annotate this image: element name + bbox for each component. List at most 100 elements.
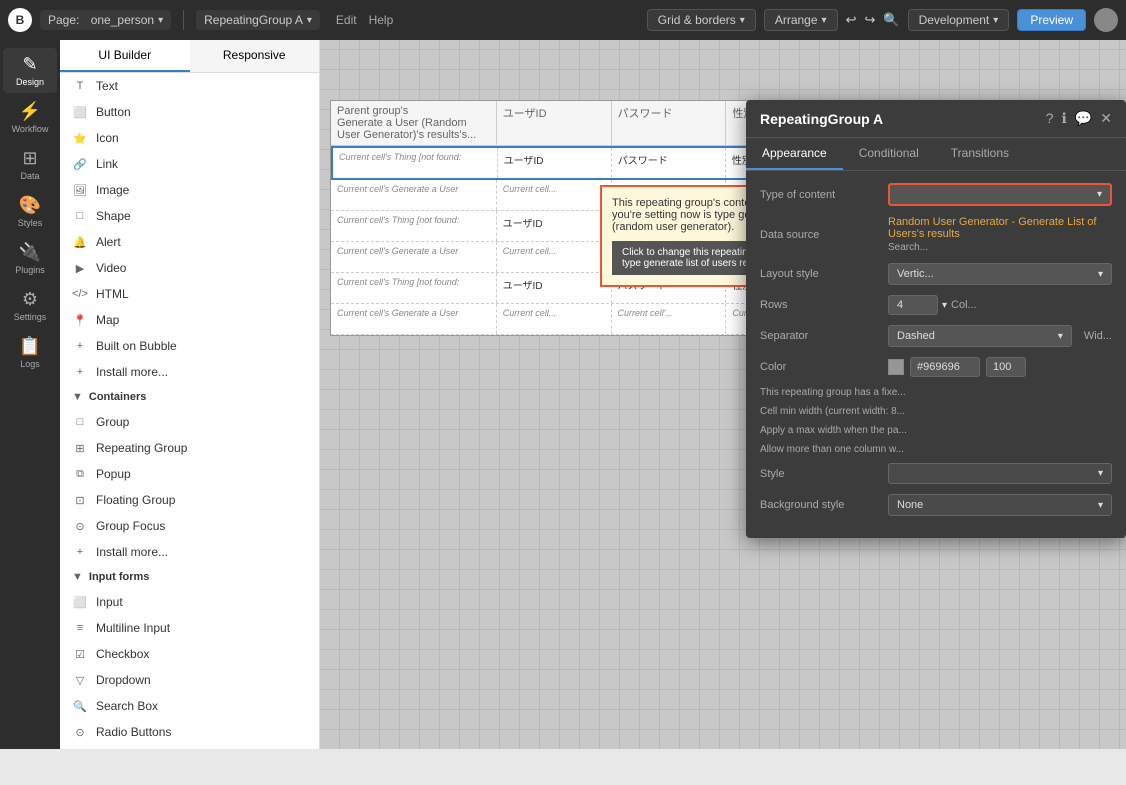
color-controls: #969696 100 (888, 357, 1026, 377)
nav-styles[interactable]: 🎨 Styles (3, 189, 57, 234)
allow-more-columns-text: Allow more than one column w... (760, 444, 1112, 455)
page-name: one_person (91, 13, 154, 27)
dev-label: Development (919, 13, 990, 27)
edit-action[interactable]: Edit (336, 13, 357, 27)
cell-r1-c1: Current cell's Thing [not found: (333, 148, 498, 178)
logs-icon: 📋 (19, 336, 41, 357)
built-on-bubble-icon: + (72, 338, 88, 354)
header-col2: ユーザID (497, 101, 612, 145)
component-selector[interactable]: RepeatingGroup A ▾ (196, 10, 320, 30)
panel-close-icon[interactable]: ✕ (1100, 110, 1112, 127)
sidebar-item-group-focus-label: Group Focus (96, 519, 165, 533)
text-icon: T (72, 78, 88, 94)
sidebar-item-html[interactable]: </> HTML (60, 281, 319, 307)
nav-plugins[interactable]: 🔌 Plugins (3, 236, 57, 281)
data-source-value[interactable]: Random User Generator - Generate List of… (888, 216, 1112, 253)
sidebar-item-checkbox[interactable]: ☑ Checkbox (60, 641, 319, 667)
redo-btn[interactable]: ↪ (864, 12, 875, 28)
cell-r3b-c3: Current cell'... (612, 304, 727, 334)
type-of-content-value[interactable]: ▾ (888, 183, 1112, 206)
sidebar-item-search-box[interactable]: 🔍 Search Box (60, 693, 319, 719)
sidebar-item-popup-label: Popup (96, 467, 131, 481)
type-of-content-select[interactable]: ▾ (888, 183, 1112, 206)
help-action[interactable]: Help (369, 13, 394, 27)
panel-chat-icon[interactable]: 💬 (1075, 110, 1092, 127)
style-value[interactable]: ▾ (888, 463, 1112, 484)
page-selector[interactable]: Page: one_person ▾ (40, 10, 171, 30)
sidebar-item-map[interactable]: 📍 Map (60, 307, 319, 333)
topbar-actions: Edit Help (336, 13, 393, 27)
page-label: Page: (48, 13, 79, 27)
nav-logs[interactable]: 📋 Logs (3, 330, 57, 375)
sidebar-item-map-label: Map (96, 313, 119, 327)
separator-select[interactable]: Dashed ▾ (888, 325, 1072, 347)
separator-text: Dashed (897, 330, 935, 342)
sidebar-item-built-on-bubble[interactable]: + Built on Bubble (60, 333, 319, 359)
undo-btn[interactable]: ↩ (846, 12, 857, 28)
sidebar-item-radio-buttons[interactable]: ⊙ Radio Buttons (60, 719, 319, 745)
panel-info-icon[interactable]: ℹ (1062, 110, 1067, 127)
tab-appearance[interactable]: Appearance (746, 138, 843, 170)
containers-section[interactable]: ▼ Containers (60, 385, 319, 409)
color-swatch[interactable] (888, 359, 904, 375)
input-forms-section[interactable]: ▼ Input forms (60, 565, 319, 589)
sidebar-item-link[interactable]: 🔗 Link (60, 151, 319, 177)
sidebar-item-text[interactable]: T Text (60, 73, 319, 99)
color-hex-input[interactable]: #969696 (910, 357, 980, 377)
panel-help-icon[interactable]: ? (1046, 110, 1054, 127)
sidebar-item-floating-group[interactable]: ⊡ Floating Group (60, 487, 319, 513)
input-forms-label: Input forms (89, 571, 150, 583)
tab-conditional[interactable]: Conditional (843, 138, 935, 170)
sidebar-item-link-label: Link (96, 157, 118, 171)
tab-responsive[interactable]: Responsive (190, 40, 320, 72)
bg-style-select[interactable]: None ▾ (888, 494, 1112, 516)
sidebar-item-repeating-group[interactable]: ⊞ Repeating Group (60, 435, 319, 461)
layout-style-select[interactable]: Vertic... ▾ (888, 263, 1112, 285)
tab-transitions[interactable]: Transitions (935, 138, 1025, 170)
sidebar-item-button[interactable]: ⬜ Button (60, 99, 319, 125)
cell-r1b-c1: Current cell's Generate a User (331, 180, 497, 210)
sidebar-item-video[interactable]: ▶ Video (60, 255, 319, 281)
sidebar-item-multiline-input[interactable]: ≡ Multiline Input (60, 615, 319, 641)
layout-style-value[interactable]: Vertic... ▾ (888, 263, 1112, 285)
shape-icon: □ (72, 208, 88, 224)
sidebar-item-install-more-containers[interactable]: + Install more... (60, 539, 319, 565)
panel-icons: ? ℹ 💬 ✕ (1046, 110, 1112, 127)
bg-style-value[interactable]: None ▾ (888, 494, 1112, 516)
nav-settings[interactable]: ⚙ Settings (3, 283, 57, 328)
sidebar-item-popup[interactable]: ⧉ Popup (60, 461, 319, 487)
nav-data[interactable]: ⊞ Data (3, 142, 57, 187)
arrange-btn[interactable]: Arrange ▾ (764, 9, 838, 31)
sidebar-item-built-on-bubble-label: Built on Bubble (96, 339, 177, 353)
sidebar-item-dropdown[interactable]: ▽ Dropdown (60, 667, 319, 693)
bg-style-chevron: ▾ (1098, 500, 1103, 511)
data-source-link[interactable]: Random User Generator - Generate List of… (888, 216, 1112, 240)
sidebar-item-icon[interactable]: ⭐ Icon (60, 125, 319, 151)
panel-tabs: Appearance Conditional Transitions (746, 138, 1126, 171)
preview-btn[interactable]: Preview (1017, 9, 1086, 31)
nav-workflow[interactable]: ⚡ Workflow (3, 95, 57, 140)
sidebar-item-shape[interactable]: □ Shape (60, 203, 319, 229)
sidebar-item-group[interactable]: □ Group (60, 409, 319, 435)
rows-number-row: 4 ▾ Col... (888, 295, 977, 315)
separator-value[interactable]: Dashed ▾ (888, 325, 1072, 347)
rows-input[interactable]: 4 (888, 295, 938, 315)
sidebar-item-alert[interactable]: 🔔 Alert (60, 229, 319, 255)
panel-body: Type of content ▾ Data source Random Use… (746, 171, 1126, 538)
search-btn[interactable]: 🔍 (883, 12, 899, 28)
input-forms-arrow: ▼ (72, 571, 83, 583)
sidebar-item-image[interactable]: 🖼 Image (60, 177, 319, 203)
sidebar-item-input[interactable]: ⬜ Input (60, 589, 319, 615)
style-select[interactable]: ▾ (888, 463, 1112, 484)
separator-row: Separator Dashed ▾ Wid... (760, 325, 1112, 347)
tab-ui-builder[interactable]: UI Builder (60, 40, 190, 72)
color-opacity-input[interactable]: 100 (986, 357, 1026, 377)
nav-design[interactable]: ✎ Design (3, 48, 57, 93)
user-avatar[interactable] (1094, 8, 1118, 32)
icon-icon: ⭐ (72, 130, 88, 146)
sidebar-item-group-focus[interactable]: ⊙ Group Focus (60, 513, 319, 539)
link-icon: 🔗 (72, 156, 88, 172)
grid-borders-btn[interactable]: Grid & borders ▾ (647, 9, 756, 31)
sidebar-item-install-more-top[interactable]: + Install more... (60, 359, 319, 385)
dev-btn[interactable]: Development ▾ (908, 9, 1010, 31)
